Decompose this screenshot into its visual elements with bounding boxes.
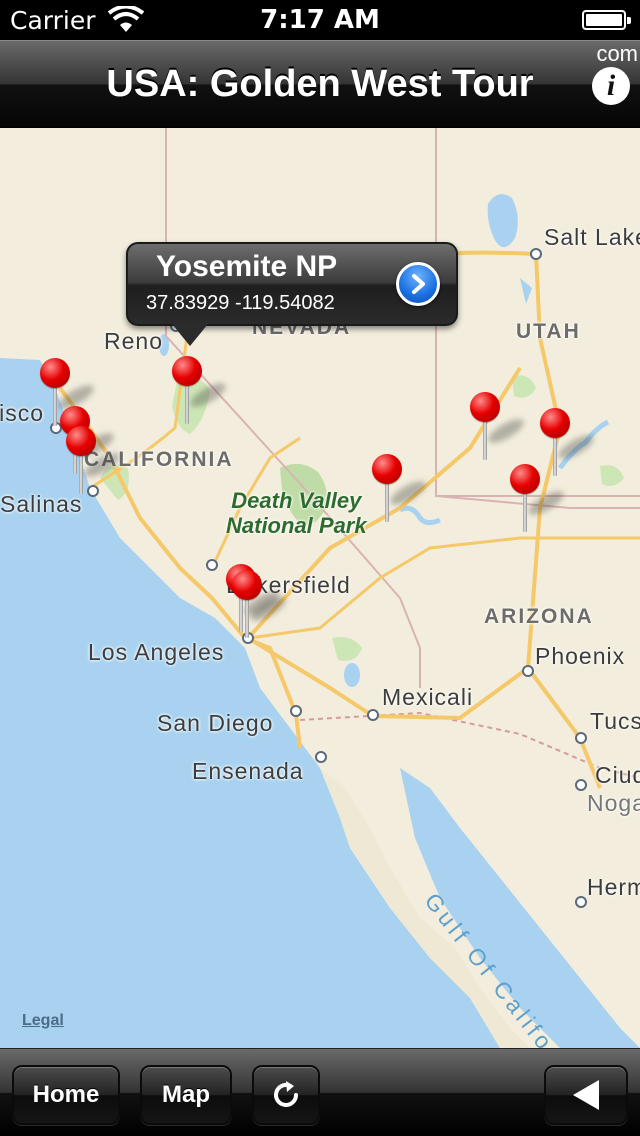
callout-title: Yosemite NP <box>156 250 338 283</box>
nav-corner-text: com <box>596 41 638 66</box>
park-label-death-valley: Death Valley National Park <box>226 488 367 538</box>
city-label-reno: Reno <box>104 328 163 354</box>
city-label-mexicali: Mexicali <box>382 684 474 710</box>
map-pin[interactable] <box>370 454 429 526</box>
map-button[interactable]: Map <box>140 1065 232 1125</box>
navigation-bar: USA: Golden West Tour com i <box>0 40 640 128</box>
pin-callout[interactable]: Yosemite NP 37.83929 -119.54082 <box>126 242 458 346</box>
page-title: USA: Golden West Tour <box>106 63 534 105</box>
city-label-san-diego: San Diego <box>157 710 274 736</box>
map-view[interactable]: NEVADA UTAH CALIFORNIA ARIZONA Reno Salt… <box>0 128 640 1048</box>
map-pin[interactable] <box>468 392 527 464</box>
callout-coordinates: 37.83929 -119.54082 <box>146 292 335 314</box>
map-pin[interactable] <box>538 408 597 480</box>
city-label-tucson: Tucson <box>590 708 640 734</box>
home-button[interactable]: Home <box>12 1065 120 1125</box>
map-pin[interactable] <box>64 426 123 498</box>
refresh-button[interactable] <box>252 1065 320 1125</box>
app-window: Carrier 7:17 AM USA: Golden West Tour co… <box>0 0 640 1136</box>
state-label-utah: UTAH <box>516 320 581 343</box>
city-label-ensenada: Ensenada <box>192 758 304 784</box>
chevron-right-icon[interactable] <box>396 262 440 306</box>
status-time: 7:17 AM <box>260 5 380 35</box>
back-button[interactable] <box>544 1065 628 1125</box>
info-icon[interactable]: i <box>592 67 630 105</box>
city-label-los-angeles: Los Angeles <box>88 639 225 665</box>
city-label-phoenix: Phoenix <box>535 643 626 669</box>
state-label-arizona: ARIZONA <box>484 605 594 628</box>
city-label-hermosillo: Hermosillo <box>587 874 640 900</box>
map-pin[interactable] <box>230 570 289 642</box>
bottom-toolbar: Home Map <box>0 1048 640 1136</box>
battery-icon <box>582 10 631 30</box>
city-label-nogales: Nogales <box>587 790 640 816</box>
city-label-salt-lake: Salt Lake <box>544 224 640 250</box>
map-pin-yosemite[interactable] <box>170 356 229 428</box>
map-pin[interactable] <box>508 464 567 536</box>
status-bar: Carrier 7:17 AM <box>0 0 640 40</box>
refresh-icon <box>274 1081 298 1107</box>
back-arrow-icon <box>573 1080 599 1110</box>
city-label-ciudad: Ciudad <box>595 762 640 788</box>
legal-link[interactable]: Legal <box>22 1012 64 1030</box>
